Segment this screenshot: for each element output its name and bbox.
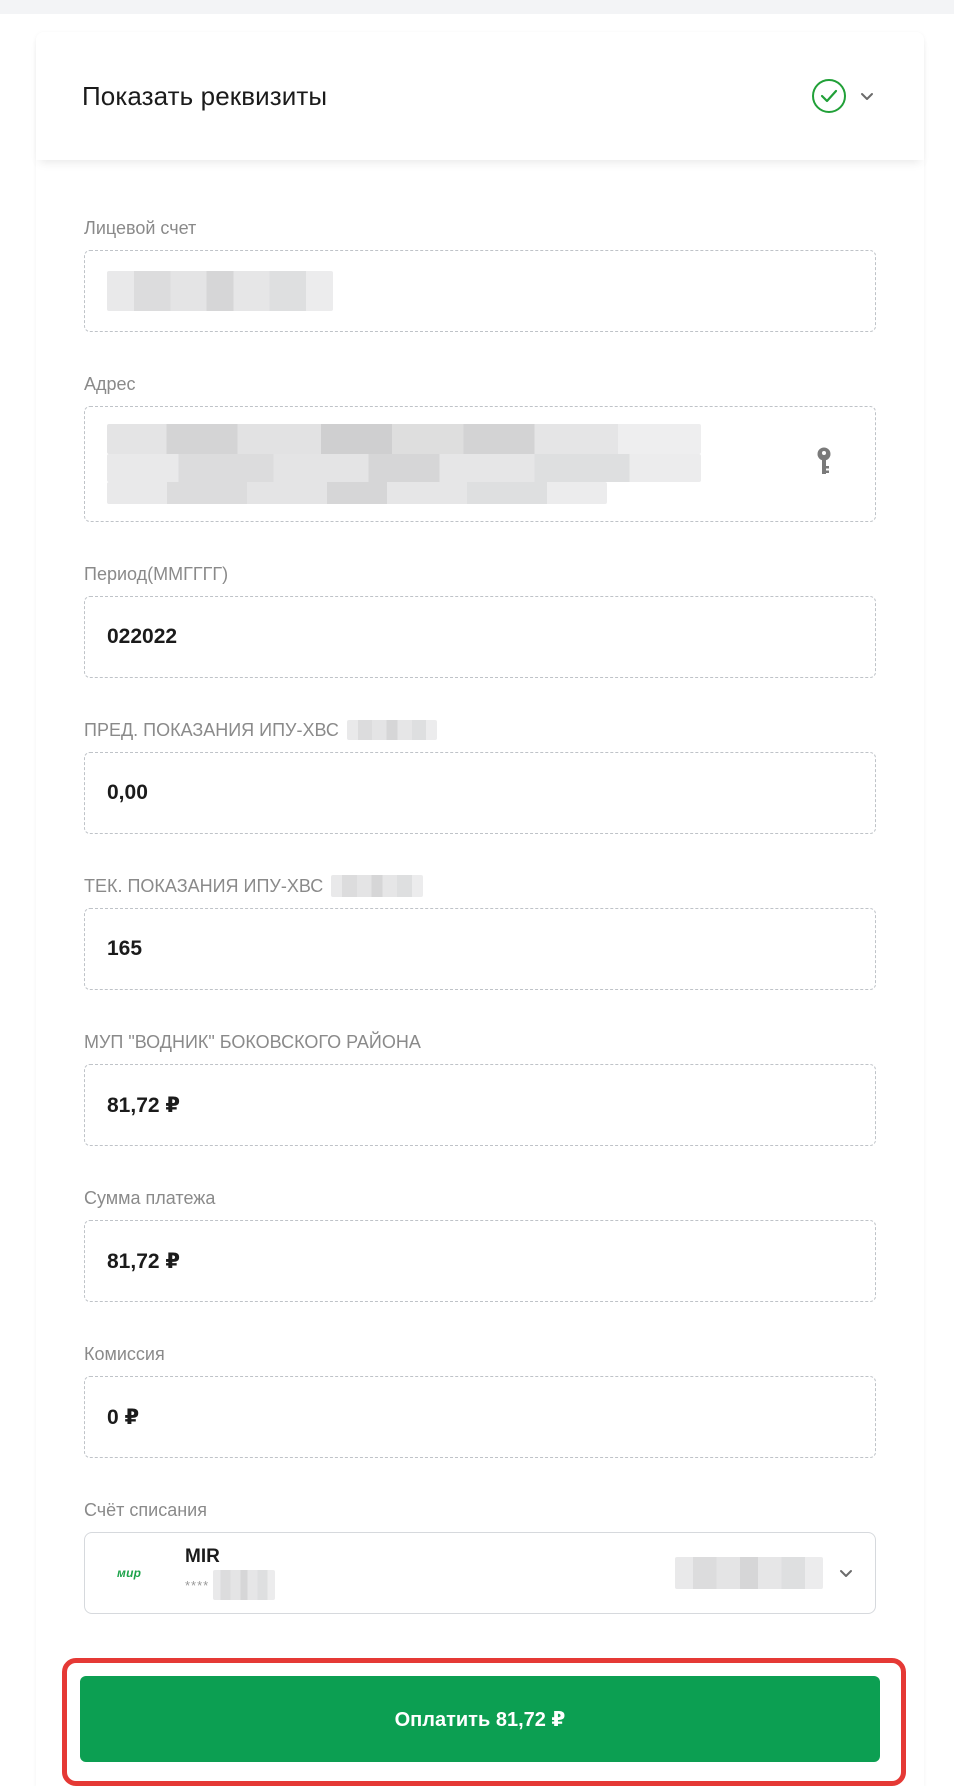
header-icons <box>812 79 876 113</box>
redacted-card-digits <box>213 1570 276 1600</box>
requisites-card: Показать реквизиты Лицевой счет Адрес Пе… <box>36 32 924 1786</box>
debit-account-field: Счёт списания мир MIR **** <box>84 1488 876 1614</box>
field-label: ТЕК. ПОКАЗАНИЯ ИПУ-ХВС <box>84 864 876 908</box>
key-icon <box>815 446 833 482</box>
redacted-value <box>107 424 701 504</box>
provider-field: МУП "ВОДНИК" БОКОВСКОГО РАЙОНА 81,72 ₽ <box>84 1020 876 1146</box>
check-circle-icon <box>812 79 846 113</box>
field-label-text: ТЕК. ПОКАЗАНИЯ ИПУ-ХВС <box>84 876 324 896</box>
card-mask-stars: **** <box>185 1577 210 1593</box>
period-field: Период(ММГГГГ) 022022 <box>84 552 876 678</box>
card-number-mask: **** <box>185 1570 675 1600</box>
period-input[interactable]: 022022 <box>84 596 876 678</box>
account-input[interactable] <box>84 250 876 332</box>
fields-list: Лицевой счет Адрес Период(ММГГГГ) 022022… <box>36 160 924 1614</box>
provider-amount-input[interactable]: 81,72 ₽ <box>84 1064 876 1146</box>
field-label: Период(ММГГГГ) <box>84 564 229 584</box>
chevron-down-icon[interactable] <box>839 1569 853 1578</box>
address-field: Адрес <box>84 362 876 522</box>
amount-input[interactable]: 81,72 ₽ <box>84 1220 876 1302</box>
redacted-balance <box>675 1557 823 1589</box>
field-label: Сумма платежа <box>84 1188 216 1208</box>
page: Показать реквизиты Лицевой счет Адрес Пе… <box>0 0 954 1786</box>
account-text: MIR **** <box>185 1546 675 1600</box>
card-header[interactable]: Показать реквизиты <box>36 32 924 160</box>
amount-field: Сумма платежа 81,72 ₽ <box>84 1176 876 1302</box>
prev-reading-input[interactable]: 0,00 <box>84 752 876 834</box>
field-label: Комиссия <box>84 1344 165 1364</box>
mir-logo: мир <box>117 1566 142 1580</box>
field-label: Адрес <box>84 374 136 394</box>
card-name: MIR <box>185 1546 220 1567</box>
curr-reading-input[interactable]: 165 <box>84 908 876 990</box>
field-label: МУП "ВОДНИК" БОКОВСКОГО РАЙОНА <box>84 1032 421 1052</box>
commission-input[interactable]: 0 ₽ <box>84 1376 876 1458</box>
field-label: Лицевой счет <box>84 218 197 238</box>
redacted-label-part <box>331 875 424 897</box>
debit-account-select[interactable]: мир MIR **** <box>84 1532 876 1614</box>
prev-reading-field: ПРЕД. ПОКАЗАНИЯ ИПУ-ХВС 0,00 <box>84 708 876 834</box>
card-title: Показать реквизиты <box>82 80 328 111</box>
address-input[interactable] <box>84 406 876 522</box>
redacted-value <box>107 271 333 311</box>
pay-button[interactable]: Оплатить 81,72 ₽ <box>80 1676 880 1762</box>
field-label: Счёт списания <box>84 1500 207 1520</box>
redacted-label-part <box>346 720 437 740</box>
chevron-down-icon[interactable] <box>858 87 876 105</box>
curr-reading-field: ТЕК. ПОКАЗАНИЯ ИПУ-ХВС 165 <box>84 864 876 990</box>
field-label-text: ПРЕД. ПОКАЗАНИЯ ИПУ-ХВС <box>84 720 339 740</box>
commission-field: Комиссия 0 ₽ <box>84 1332 876 1458</box>
field-label: ПРЕД. ПОКАЗАНИЯ ИПУ-ХВС <box>84 708 876 752</box>
account-field: Лицевой счет <box>84 206 876 332</box>
